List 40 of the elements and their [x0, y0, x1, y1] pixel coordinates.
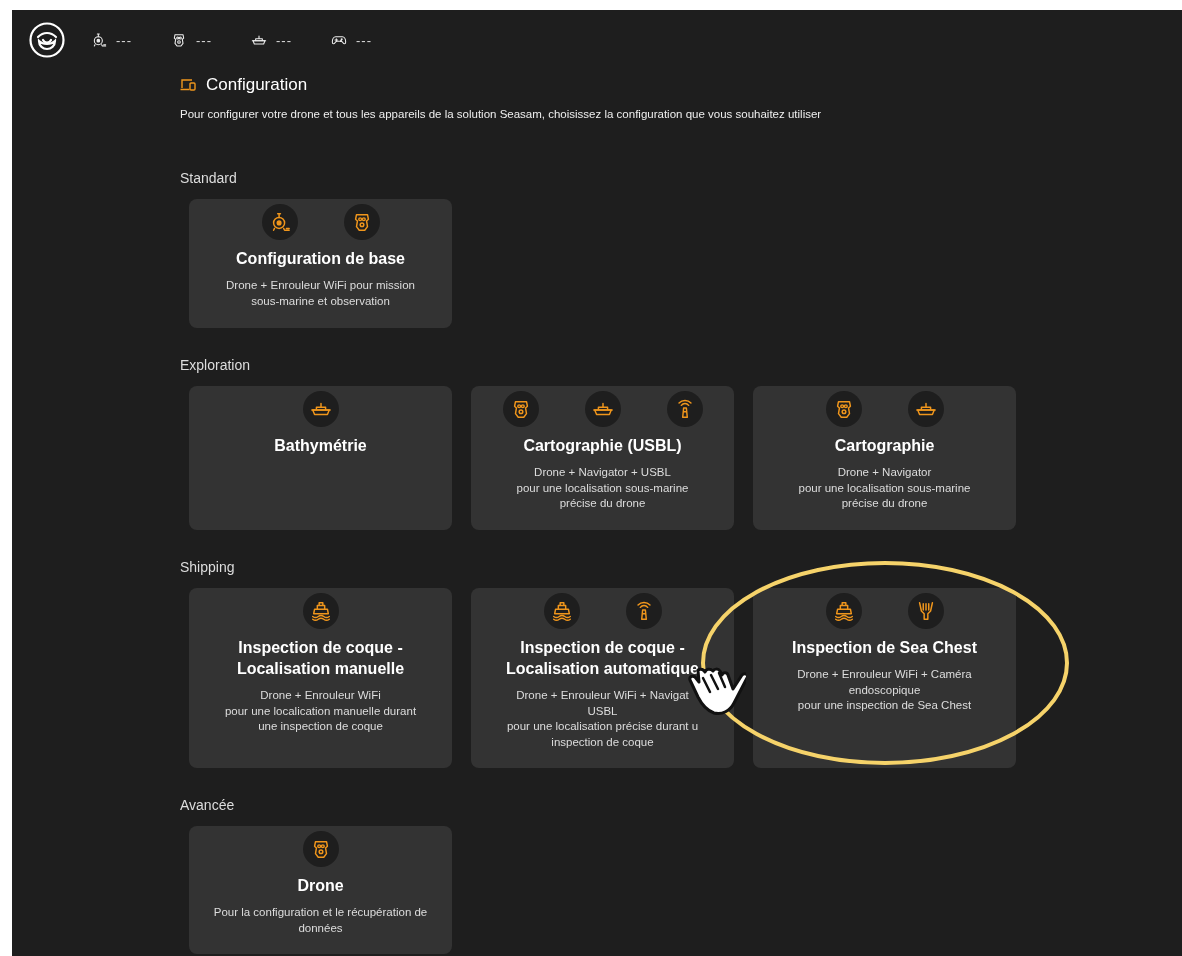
card-title: Inspection de Sea Chest: [792, 638, 977, 658]
configuration-card[interactable]: Bathymétrie: [189, 386, 452, 530]
card-description: Drone + Navigator pour une localisation sous-marine précise du drone: [798, 465, 971, 511]
ship-icon: [309, 600, 332, 622]
card-description: Drone + Navigator + USBL pour une localisation sous-marine précise du drone: [516, 465, 689, 511]
page-description: Pour configurer votre drone et tous les appareils de la solution Seasam, choisissez la configuration que vous souhaitez utiliser: [180, 108, 823, 120]
card-description: Drone + Enrouleur WiFi pour une localication manuelle durant une inspection de coque: [224, 688, 417, 734]
card-title: Inspection de coque - Localisation manuelle: [236, 638, 405, 679]
section-heading: Standard: [180, 170, 238, 188]
section-heading: Avancée: [180, 797, 236, 815]
section-heading: Shipping: [180, 559, 236, 577]
card-description: Drone + Enrouleur WiFi + Caméra endoscopique pour une inspection de Sea Chest: [797, 667, 972, 713]
configuration-card[interactable]: Cartographie Drone + Navigator pour une localisation sous-marine précise du drone: [753, 386, 1016, 530]
configuration-card[interactable]: Inspection de coque - Localisation automatique Drone + Enrouleur WiFi + Navigat USBL pour une localisation précise durant u inspection de coque: [471, 588, 734, 768]
configuration-card[interactable]: Cartographie (USBL) Drone + Navigator + USBL pour une localisation sous-marine précise du drone: [471, 386, 734, 530]
card-title: Drone: [297, 876, 344, 896]
configuration-card[interactable]: Drone Pour la configuration et le récupération de données: [189, 826, 452, 954]
configuration-card[interactable]: Configuration de base Drone + Enrouleur WiFi pour mission sous-marine et observation: [189, 199, 452, 328]
card-description: Drone + Enrouleur WiFi pour mission sous-marine et observation: [226, 278, 415, 309]
configuration-card[interactable]: Inspection de Sea Chest Drone + Enrouleur WiFi + Caméra endoscopique pour une inspection de Sea Chest: [753, 588, 1016, 768]
status-value: ---: [116, 32, 132, 48]
configuration-card[interactable]: Inspection de coque - Localisation manuelle Drone + Enrouleur WiFi pour une localication manuelle durant une inspection de coque: [189, 588, 452, 768]
card-title: Cartographie: [834, 436, 935, 456]
card-description: Drone + Enrouleur WiFi + Navigat USBL pour une localisation précise durant u inspection de coque: [506, 688, 699, 750]
card-title: Inspection de coque - Localisation automatique: [506, 638, 699, 679]
status-value: ---: [196, 32, 212, 48]
ship-icon: [550, 600, 573, 622]
devices-icon: [180, 79, 196, 91]
status-value: ---: [356, 32, 372, 48]
card-title: Bathymétrie: [274, 436, 367, 456]
app-logo[interactable]: [29, 22, 65, 58]
status-value: ---: [276, 32, 292, 48]
card-title: Configuration de base: [236, 249, 405, 269]
card-description: Pour la configuration et le récupération de données: [213, 905, 428, 936]
card-title: Cartographie (USBL): [523, 436, 682, 456]
section-heading: Exploration: [180, 357, 252, 375]
ship-icon: [832, 600, 855, 622]
reel-icon: [91, 32, 107, 48]
drone-icon: [171, 32, 187, 48]
page-title: Configuration: [206, 75, 308, 95]
